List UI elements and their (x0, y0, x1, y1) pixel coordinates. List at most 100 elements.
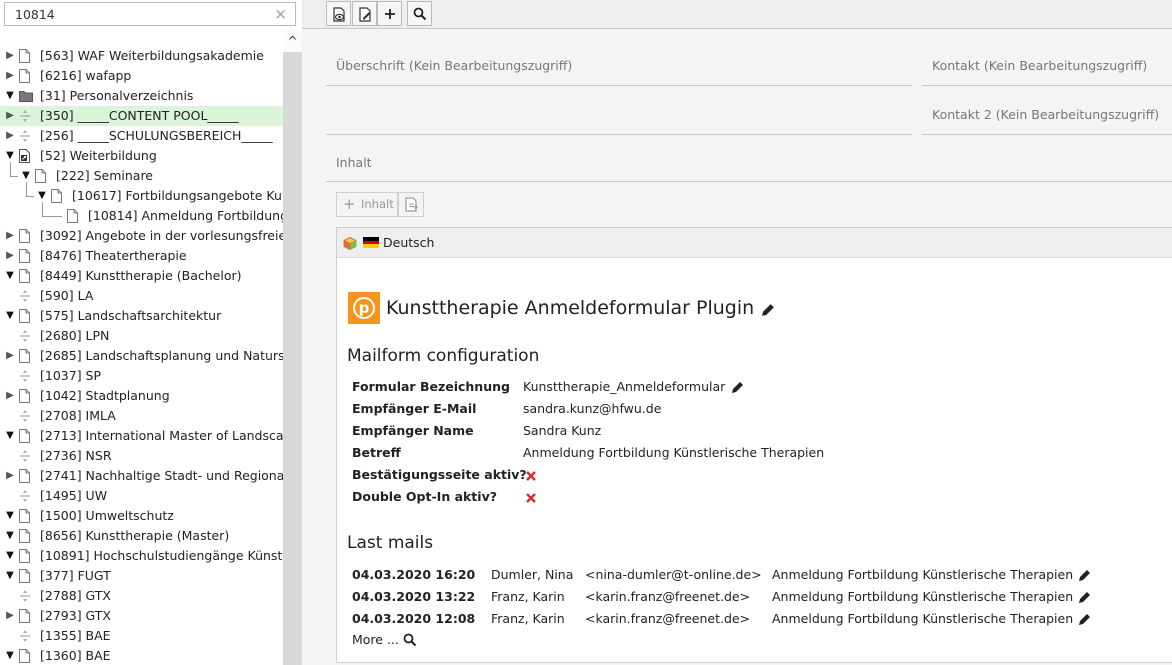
pencil-icon[interactable] (1078, 568, 1092, 585)
tree-node[interactable]: ▶ [2793] GTX (0, 606, 283, 626)
mail-date: 04.03.2020 12:08 (352, 611, 476, 626)
pencil-icon[interactable] (731, 380, 745, 397)
tree-node[interactable]: ▼ [8449] Kunsttherapie (Bachelor) (0, 266, 283, 286)
expanded-toggle-icon[interactable]: ▼ (5, 88, 15, 104)
tree-node[interactable]: ▼ [2713] International Master of Landscap… (0, 426, 283, 446)
tree-node[interactable]: ▶ [256] _____SCHULUNGSBEREICH_____ (0, 126, 283, 146)
collapsed-toggle-icon[interactable]: ▶ (5, 388, 15, 404)
tree-node[interactable]: [2708] IMLA (0, 406, 283, 426)
expanded-toggle-icon[interactable]: ▼ (5, 528, 15, 544)
tree-node[interactable]: ▶ [2685] Landschaftsplanung und Naturschu… (0, 346, 283, 366)
collapsed-toggle-icon[interactable]: ▶ (5, 468, 15, 484)
collapsed-toggle-icon[interactable]: ▶ (5, 348, 15, 364)
content-element-card: Deutsch p Kunsttherapie Anmeldeformular … (336, 227, 1172, 663)
collapsed-toggle-icon[interactable]: ▶ (5, 248, 15, 264)
tree-node[interactable]: [590] LA (0, 286, 283, 306)
expanded-toggle-icon[interactable]: ▼ (5, 308, 15, 324)
spacer-icon (19, 109, 30, 123)
column-kontakt-label: Kontakt (Kein Bearbeitungszugriff) (932, 58, 1148, 73)
expanded-toggle-icon[interactable]: ▼ (5, 508, 15, 524)
tree-node[interactable]: [1355] BAE (0, 626, 283, 646)
tree-guide-line (10, 176, 18, 177)
tree-node[interactable]: ▼ [10891] Hochschulstudiengänge Künstleri… (0, 546, 283, 566)
new-content-button[interactable] (377, 1, 402, 26)
spacer-icon (19, 489, 30, 503)
plugin-title: Kunsttherapie Anmeldeformular Plugin (386, 297, 755, 319)
pencil-icon[interactable] (1078, 590, 1092, 607)
pencil-icon[interactable] (1078, 612, 1092, 629)
tree-node[interactable]: ▼ [222] Seminare (0, 166, 283, 186)
collapsed-toggle-icon[interactable]: ▶ (5, 68, 15, 84)
tree-node[interactable]: ▼ [1500] Umweltschutz (0, 506, 283, 526)
page-icon (19, 249, 30, 263)
tree-node[interactable]: [1037] SP (0, 366, 283, 386)
mail-subject: Anmeldung Fortbildung Künstlerische Ther… (772, 589, 1074, 604)
mail-sender-name: Franz, Karin (491, 611, 565, 626)
collapsed-toggle-icon[interactable]: ▶ (5, 48, 15, 64)
mail-sender-email: <karin.franz@freenet.de> (585, 611, 751, 626)
config-key: Formular Bezeichnung (352, 379, 510, 394)
page-tree: ▶ [563] WAF Weiterbildungsakademie ▶ [6216]… (0, 46, 283, 665)
tree-node[interactable]: ▼ [8656] Kunsttherapie (Master) (0, 526, 283, 546)
page-icon (35, 169, 46, 183)
tree-node[interactable]: [2788] GTX (0, 586, 283, 606)
more-mails-link[interactable]: More ... (352, 631, 399, 649)
config-value: sandra.kunz@hfwu.de (523, 401, 662, 416)
tree-node[interactable]: ▼ [575] Landschaftsarchitektur (0, 306, 283, 326)
tree-node[interactable]: ▶ [350] _____CONTENT POOL_____ (0, 106, 283, 126)
edit-page-icon (359, 7, 371, 22)
tree-node-label: [2793] GTX (40, 608, 111, 623)
collapsed-toggle-icon[interactable]: ▶ (5, 608, 15, 624)
config-value: Kunsttherapie_Anmeldeformular (523, 379, 726, 394)
tree-node[interactable]: ▶ [2741] Nachhaltige Stadt- und Regionale… (0, 466, 283, 486)
tree-node[interactable]: [1495] UW (0, 486, 283, 506)
tree-node-label: [6216] wafapp (40, 68, 132, 83)
tree-node-label: [8476] Theatertherapie (40, 248, 187, 263)
clear-search-icon[interactable]: × (274, 5, 287, 23)
plugin-icon-letter: p (358, 299, 370, 317)
tree-node[interactable]: ▼ [1360] BAE (0, 646, 283, 665)
tree-node[interactable]: ▼ [31] Personalverzeichnis (0, 86, 283, 106)
tree-node-label: [1495] UW (40, 488, 108, 503)
tree-node[interactable]: [2736] NSR (0, 446, 283, 466)
tree-node[interactable]: ▶ [1042] Stadtplanung (0, 386, 283, 406)
config-key: Empfänger E-Mail (352, 401, 477, 416)
expanded-toggle-icon[interactable]: ▼ (5, 568, 15, 584)
tree-node[interactable]: ▶ [563] WAF Weiterbildungsakademie (0, 46, 283, 66)
edit-page-button[interactable] (352, 1, 377, 26)
tree-node[interactable]: ▶ [8476] Theatertherapie (0, 246, 283, 266)
search-icon[interactable] (403, 633, 417, 647)
page-icon (19, 469, 30, 483)
tree-node[interactable]: ▼ [52] Weiterbildung (0, 146, 283, 166)
collapsed-toggle-icon[interactable]: ▶ (5, 128, 15, 144)
expanded-toggle-icon[interactable]: ▼ (5, 268, 15, 284)
pencil-icon[interactable] (761, 302, 776, 317)
tree-node[interactable]: ▼ [377] FUGT (0, 566, 283, 586)
plugin-icon: p (348, 292, 380, 324)
mail-row: 04.03.2020 12:08 Franz, Karin <karin.franz… (337, 610, 1172, 630)
collapsed-toggle-icon[interactable]: ▶ (5, 228, 15, 244)
paste-content-button[interactable] (398, 192, 424, 217)
view-page-button[interactable] (326, 1, 351, 26)
last-mails-heading: Last mails (347, 533, 434, 553)
expanded-toggle-icon[interactable]: ▼ (5, 648, 15, 664)
column-ueberschrift-label: Überschrift (Kein Bearbeitungszugriff) (336, 58, 573, 73)
module-toolbar (302, 0, 1172, 29)
tree-node[interactable]: ▶ [3092] Angebote in der vorlesungsfreien… (0, 226, 283, 246)
tree-scrollbar[interactable] (283, 30, 302, 665)
tree-node[interactable]: [2680] LPN (0, 326, 283, 346)
add-content-button[interactable]: + Inhalt (336, 192, 398, 217)
page-icon (19, 69, 30, 83)
mail-sender-name: Dumler, Nina (491, 567, 574, 582)
collapsed-toggle-icon[interactable]: ▶ (5, 108, 15, 124)
expanded-toggle-icon[interactable]: ▼ (5, 548, 15, 564)
tree-node[interactable]: ▶ [6216] wafapp (0, 66, 283, 86)
expanded-toggle-icon[interactable]: ▼ (5, 428, 15, 444)
column-kontakt-2-label: Kontakt 2 (Kein Bearbeitungszugriff) (932, 107, 1160, 122)
tree-scroll-up-button[interactable]: ^ (283, 30, 302, 52)
column-kontakt-2: Kontakt 2 (Kein Bearbeitungszugriff) (922, 107, 1172, 135)
tree-search-input[interactable] (5, 3, 260, 25)
search-icon (413, 7, 427, 21)
search-button[interactable] (407, 1, 432, 26)
tree-node-label: [2741] Nachhaltige Stadt- und Regionalen… (40, 468, 283, 483)
